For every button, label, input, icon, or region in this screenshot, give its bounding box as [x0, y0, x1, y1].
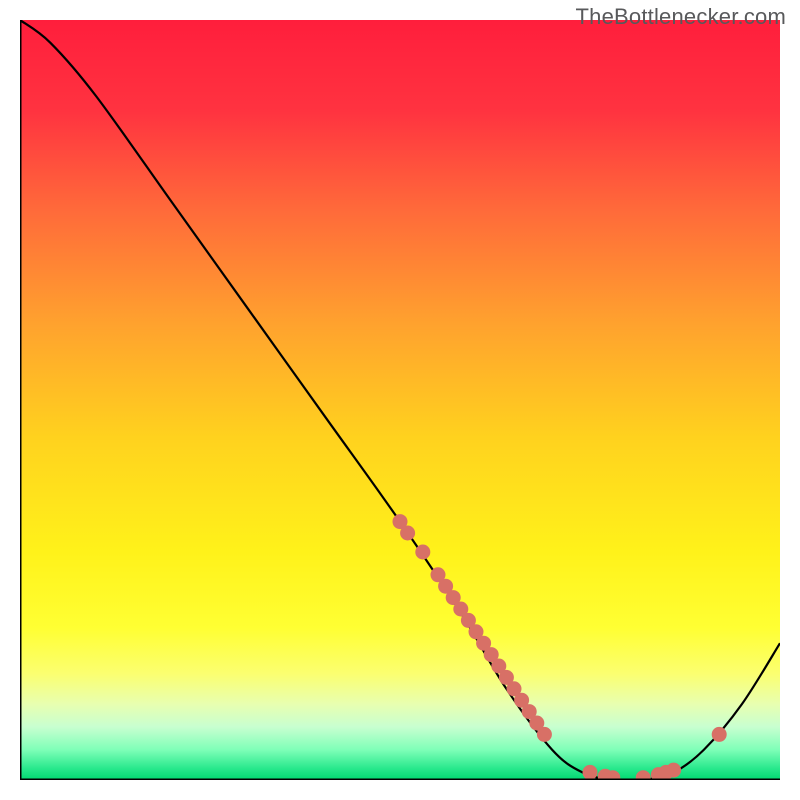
- gradient-background: [20, 20, 780, 780]
- data-point: [415, 545, 430, 560]
- watermark-text: TheBottlenecker.com: [576, 4, 786, 30]
- chart-container: TheBottlenecker.com: [0, 0, 800, 800]
- data-point: [583, 765, 598, 780]
- plot-frame: [20, 20, 780, 780]
- data-point: [537, 727, 552, 742]
- data-point: [400, 526, 415, 541]
- chart-svg: [20, 20, 780, 780]
- data-point: [666, 763, 681, 778]
- data-point: [712, 727, 727, 742]
